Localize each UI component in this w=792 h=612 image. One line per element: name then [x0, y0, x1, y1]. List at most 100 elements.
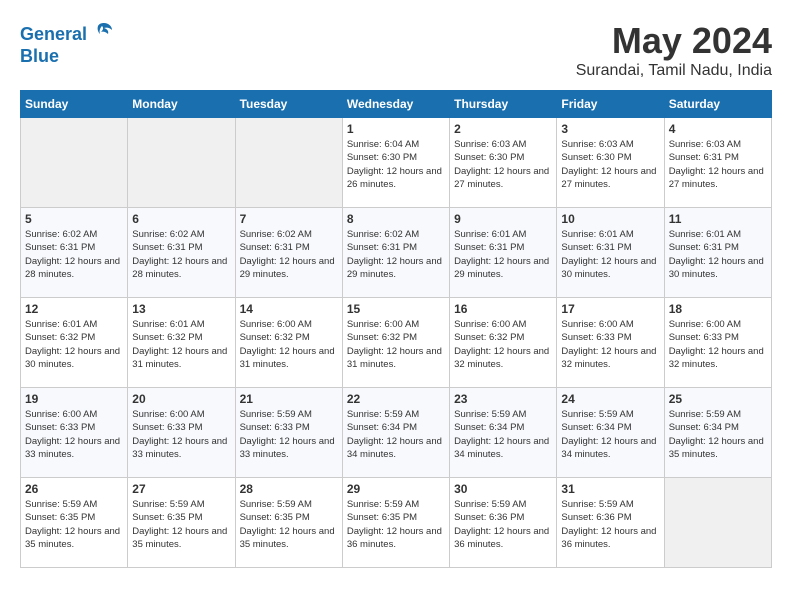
- day-number: 19: [25, 392, 123, 406]
- day-number: 5: [25, 212, 123, 226]
- day-cell-27: 27 Sunrise: 5:59 AM Sunset: 6:35 PM Dayl…: [128, 478, 235, 568]
- day-number: 20: [132, 392, 230, 406]
- day-cell-7: 7 Sunrise: 6:02 AM Sunset: 6:31 PM Dayli…: [235, 208, 342, 298]
- page-header: General Blue May 2024 Surandai, Tamil Na…: [20, 20, 772, 80]
- day-number: 4: [669, 122, 767, 136]
- day-number: 21: [240, 392, 338, 406]
- day-cell-26: 26 Sunrise: 5:59 AM Sunset: 6:35 PM Dayl…: [21, 478, 128, 568]
- empty-cell: [235, 118, 342, 208]
- day-cell-9: 9 Sunrise: 6:01 AM Sunset: 6:31 PM Dayli…: [450, 208, 557, 298]
- cell-info: Sunrise: 5:59 AM Sunset: 6:34 PM Dayligh…: [561, 408, 659, 461]
- location: Surandai, Tamil Nadu, India: [576, 62, 772, 80]
- day-number: 25: [669, 392, 767, 406]
- weekday-header-monday: Monday: [128, 91, 235, 118]
- day-number: 31: [561, 482, 659, 496]
- cell-info: Sunrise: 5:59 AM Sunset: 6:35 PM Dayligh…: [240, 498, 338, 551]
- day-cell-14: 14 Sunrise: 6:00 AM Sunset: 6:32 PM Dayl…: [235, 298, 342, 388]
- cell-info: Sunrise: 6:00 AM Sunset: 6:33 PM Dayligh…: [669, 318, 767, 371]
- day-number: 30: [454, 482, 552, 496]
- cell-info: Sunrise: 6:02 AM Sunset: 6:31 PM Dayligh…: [25, 228, 123, 281]
- day-cell-15: 15 Sunrise: 6:00 AM Sunset: 6:32 PM Dayl…: [342, 298, 449, 388]
- day-number: 16: [454, 302, 552, 316]
- cell-info: Sunrise: 6:04 AM Sunset: 6:30 PM Dayligh…: [347, 138, 445, 191]
- logo: General Blue: [20, 20, 114, 67]
- day-cell-16: 16 Sunrise: 6:00 AM Sunset: 6:32 PM Dayl…: [450, 298, 557, 388]
- day-cell-25: 25 Sunrise: 5:59 AM Sunset: 6:34 PM Dayl…: [664, 388, 771, 478]
- day-cell-30: 30 Sunrise: 5:59 AM Sunset: 6:36 PM Dayl…: [450, 478, 557, 568]
- day-number: 27: [132, 482, 230, 496]
- day-cell-3: 3 Sunrise: 6:03 AM Sunset: 6:30 PM Dayli…: [557, 118, 664, 208]
- day-number: 7: [240, 212, 338, 226]
- day-cell-2: 2 Sunrise: 6:03 AM Sunset: 6:30 PM Dayli…: [450, 118, 557, 208]
- day-cell-28: 28 Sunrise: 5:59 AM Sunset: 6:35 PM Dayl…: [235, 478, 342, 568]
- day-number: 17: [561, 302, 659, 316]
- day-number: 2: [454, 122, 552, 136]
- day-cell-20: 20 Sunrise: 6:00 AM Sunset: 6:33 PM Dayl…: [128, 388, 235, 478]
- cell-info: Sunrise: 6:03 AM Sunset: 6:30 PM Dayligh…: [454, 138, 552, 191]
- weekday-header-sunday: Sunday: [21, 91, 128, 118]
- cell-info: Sunrise: 6:01 AM Sunset: 6:32 PM Dayligh…: [132, 318, 230, 371]
- day-number: 15: [347, 302, 445, 316]
- cell-info: Sunrise: 6:02 AM Sunset: 6:31 PM Dayligh…: [347, 228, 445, 281]
- empty-cell: [128, 118, 235, 208]
- cell-info: Sunrise: 6:00 AM Sunset: 6:32 PM Dayligh…: [240, 318, 338, 371]
- day-number: 3: [561, 122, 659, 136]
- week-row-1: 1 Sunrise: 6:04 AM Sunset: 6:30 PM Dayli…: [21, 118, 772, 208]
- day-number: 18: [669, 302, 767, 316]
- weekday-header-thursday: Thursday: [450, 91, 557, 118]
- day-cell-1: 1 Sunrise: 6:04 AM Sunset: 6:30 PM Dayli…: [342, 118, 449, 208]
- empty-cell: [21, 118, 128, 208]
- day-number: 23: [454, 392, 552, 406]
- title-block: May 2024 Surandai, Tamil Nadu, India: [576, 20, 772, 80]
- weekday-header-friday: Friday: [557, 91, 664, 118]
- day-number: 13: [132, 302, 230, 316]
- cell-info: Sunrise: 6:01 AM Sunset: 6:31 PM Dayligh…: [454, 228, 552, 281]
- cell-info: Sunrise: 5:59 AM Sunset: 6:35 PM Dayligh…: [347, 498, 445, 551]
- logo-bird-icon: [94, 20, 114, 40]
- day-cell-19: 19 Sunrise: 6:00 AM Sunset: 6:33 PM Dayl…: [21, 388, 128, 478]
- cell-info: Sunrise: 6:02 AM Sunset: 6:31 PM Dayligh…: [240, 228, 338, 281]
- weekday-header-saturday: Saturday: [664, 91, 771, 118]
- empty-cell: [664, 478, 771, 568]
- day-cell-5: 5 Sunrise: 6:02 AM Sunset: 6:31 PM Dayli…: [21, 208, 128, 298]
- day-cell-29: 29 Sunrise: 5:59 AM Sunset: 6:35 PM Dayl…: [342, 478, 449, 568]
- weekday-header-wednesday: Wednesday: [342, 91, 449, 118]
- day-cell-12: 12 Sunrise: 6:01 AM Sunset: 6:32 PM Dayl…: [21, 298, 128, 388]
- day-number: 12: [25, 302, 123, 316]
- cell-info: Sunrise: 6:03 AM Sunset: 6:30 PM Dayligh…: [561, 138, 659, 191]
- day-cell-23: 23 Sunrise: 5:59 AM Sunset: 6:34 PM Dayl…: [450, 388, 557, 478]
- day-cell-11: 11 Sunrise: 6:01 AM Sunset: 6:31 PM Dayl…: [664, 208, 771, 298]
- day-cell-10: 10 Sunrise: 6:01 AM Sunset: 6:31 PM Dayl…: [557, 208, 664, 298]
- day-cell-31: 31 Sunrise: 5:59 AM Sunset: 6:36 PM Dayl…: [557, 478, 664, 568]
- cell-info: Sunrise: 5:59 AM Sunset: 6:35 PM Dayligh…: [132, 498, 230, 551]
- day-cell-4: 4 Sunrise: 6:03 AM Sunset: 6:31 PM Dayli…: [664, 118, 771, 208]
- week-row-3: 12 Sunrise: 6:01 AM Sunset: 6:32 PM Dayl…: [21, 298, 772, 388]
- day-number: 9: [454, 212, 552, 226]
- cell-info: Sunrise: 5:59 AM Sunset: 6:35 PM Dayligh…: [25, 498, 123, 551]
- day-number: 26: [25, 482, 123, 496]
- day-number: 29: [347, 482, 445, 496]
- day-number: 11: [669, 212, 767, 226]
- day-cell-17: 17 Sunrise: 6:00 AM Sunset: 6:33 PM Dayl…: [557, 298, 664, 388]
- header-row: SundayMondayTuesdayWednesdayThursdayFrid…: [21, 91, 772, 118]
- cell-info: Sunrise: 5:59 AM Sunset: 6:34 PM Dayligh…: [669, 408, 767, 461]
- day-number: 6: [132, 212, 230, 226]
- cell-info: Sunrise: 6:00 AM Sunset: 6:33 PM Dayligh…: [25, 408, 123, 461]
- day-number: 22: [347, 392, 445, 406]
- weekday-header-tuesday: Tuesday: [235, 91, 342, 118]
- day-cell-8: 8 Sunrise: 6:02 AM Sunset: 6:31 PM Dayli…: [342, 208, 449, 298]
- cell-info: Sunrise: 5:59 AM Sunset: 6:36 PM Dayligh…: [561, 498, 659, 551]
- day-cell-22: 22 Sunrise: 5:59 AM Sunset: 6:34 PM Dayl…: [342, 388, 449, 478]
- cell-info: Sunrise: 6:00 AM Sunset: 6:32 PM Dayligh…: [347, 318, 445, 371]
- cell-info: Sunrise: 5:59 AM Sunset: 6:36 PM Dayligh…: [454, 498, 552, 551]
- day-number: 1: [347, 122, 445, 136]
- cell-info: Sunrise: 6:00 AM Sunset: 6:33 PM Dayligh…: [132, 408, 230, 461]
- month-title: May 2024: [576, 20, 772, 62]
- day-number: 8: [347, 212, 445, 226]
- week-row-2: 5 Sunrise: 6:02 AM Sunset: 6:31 PM Dayli…: [21, 208, 772, 298]
- cell-info: Sunrise: 5:59 AM Sunset: 6:34 PM Dayligh…: [347, 408, 445, 461]
- day-cell-13: 13 Sunrise: 6:01 AM Sunset: 6:32 PM Dayl…: [128, 298, 235, 388]
- day-number: 10: [561, 212, 659, 226]
- cell-info: Sunrise: 5:59 AM Sunset: 6:34 PM Dayligh…: [454, 408, 552, 461]
- week-row-5: 26 Sunrise: 5:59 AM Sunset: 6:35 PM Dayl…: [21, 478, 772, 568]
